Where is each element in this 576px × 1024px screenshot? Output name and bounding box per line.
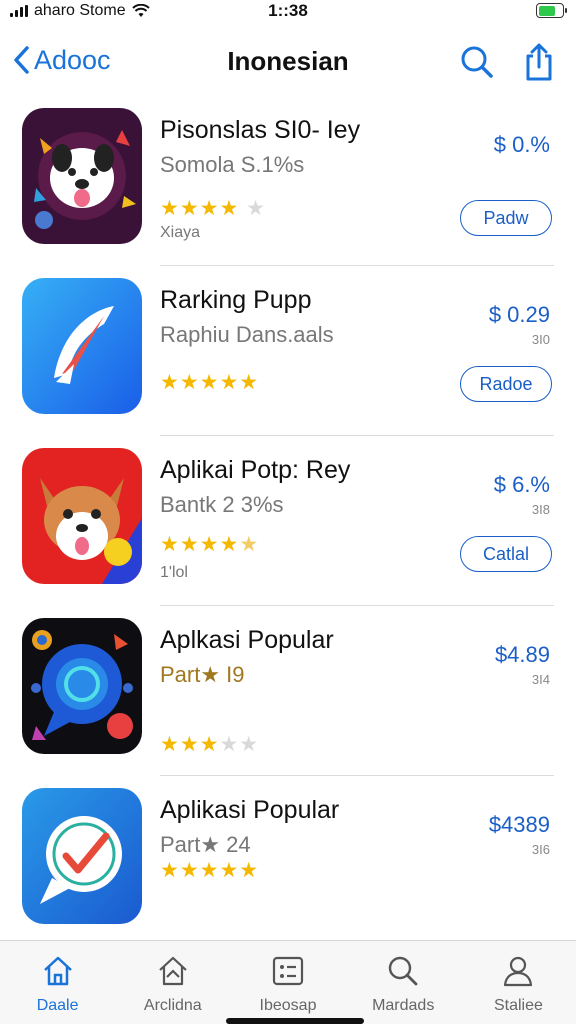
app-note: 1'lol xyxy=(160,564,188,581)
star-rating: ★★★★★ xyxy=(160,370,259,395)
signal-icon xyxy=(10,5,28,17)
back-label: Adooc xyxy=(34,44,111,75)
carrier-name: aharo Stome xyxy=(34,2,126,19)
arrow-feather-icon[interactable] xyxy=(22,278,142,414)
star-rating-filled: ★★★★ xyxy=(160,533,240,556)
tab-label: Staliee xyxy=(493,997,543,1014)
star-rating: ★★★★ ★ xyxy=(160,196,266,221)
tab-label: Mardads xyxy=(372,997,435,1014)
tab-home[interactable]: Daale xyxy=(0,941,115,1024)
star-rating-filled: ★★★★★ xyxy=(160,371,260,394)
home-indicator xyxy=(226,1018,364,1024)
app-row[interactable]: Rarking Pupp Raphiu Dans.aals $ 0.29 3I0… xyxy=(0,266,576,436)
app-row[interactable]: Aplkasi Popular Part★ I9 $4.89 3I4 ★★★★★ xyxy=(0,606,576,776)
app-subtitle: Somola S.1%s xyxy=(160,152,305,177)
nav-bar: Adooc Inonesian xyxy=(0,36,576,88)
star-rating-filled: ★★★ xyxy=(160,733,220,756)
app-price: $ 0.29 xyxy=(488,302,550,327)
status-left: aharo Stome xyxy=(10,2,150,20)
app-subtitle: Bantk 2 3%s xyxy=(160,492,284,517)
app-list: Pisonslas SI0- Iey Somola S.1%s $ 0.% ★★… xyxy=(0,96,576,946)
tab-ibeosap[interactable]: Ibeosap xyxy=(230,941,345,1024)
app-count: 3I6 xyxy=(531,842,550,857)
app-note: Xiaya xyxy=(160,224,201,241)
app-price: $ 6.% xyxy=(493,472,550,497)
star-rating-empty: ★ xyxy=(239,533,260,556)
app-count: 3I8 xyxy=(531,502,550,517)
app-row[interactable]: Aplikasi Popular Part★ 24 $4389 3I6 ★★★★… xyxy=(0,776,576,946)
app-row[interactable]: Pisonslas SI0- Iey Somola S.1%s $ 0.% ★★… xyxy=(0,96,576,266)
app-action-button[interactable]: Padw xyxy=(460,200,552,236)
star-rating: ★★★★★ xyxy=(160,858,259,883)
person-icon xyxy=(504,956,533,987)
tab-staliee[interactable]: Staliee xyxy=(461,941,576,1024)
tab-bar: Daale Arclidna Ibeosap Mardads Staliee xyxy=(0,940,576,1024)
app-price: $ 0.% xyxy=(493,132,550,157)
chat-bubble-icon[interactable] xyxy=(22,618,142,754)
search-icon xyxy=(389,956,418,986)
app-name: Aplkasi Popular xyxy=(160,626,334,654)
card-icon xyxy=(272,956,304,986)
tab-label: Daale xyxy=(36,997,79,1014)
star-rating-empty: ★★ xyxy=(219,733,260,756)
home-icon xyxy=(43,956,72,986)
tab-mardads[interactable]: Mardads xyxy=(346,941,461,1024)
star-rating-filled: ★★★★ xyxy=(160,197,240,220)
app-action-button[interactable]: Radoe xyxy=(460,366,552,402)
app-count: 3I4 xyxy=(531,672,550,687)
app-subtitle: Part★ 24 xyxy=(160,832,251,857)
chevron-left-icon xyxy=(14,46,29,74)
star-rating: ★★★★★ xyxy=(160,732,259,757)
star-rating: ★★★★★ xyxy=(160,532,259,557)
app-price: $4389 xyxy=(488,812,550,837)
app-subtitle: Raphiu Dans.aals xyxy=(160,322,334,347)
status-bar: aharo Stome 1::38 xyxy=(0,0,576,22)
app-row[interactable]: Aplikai Potp: Rey Bantk 2 3%s $ 6.% 3I8 … xyxy=(0,436,576,606)
app-count: 3I0 xyxy=(531,332,550,347)
share-icon[interactable] xyxy=(520,42,558,82)
app-name: Aplikai Potp: Rey xyxy=(160,456,351,484)
dog-mascot-icon[interactable] xyxy=(22,108,142,244)
app-action-button[interactable]: Catlal xyxy=(460,536,552,572)
fox-mascot-icon[interactable] xyxy=(22,448,142,584)
app-subtitle: Part★ I9 xyxy=(160,662,245,687)
tab-arclidna[interactable]: Arclidna xyxy=(115,941,230,1024)
tab-label: Arclidna xyxy=(143,997,202,1014)
star-rating-filled: ★★★★★ xyxy=(160,859,260,882)
tab-label: Ibeosap xyxy=(259,997,317,1014)
app-name: Aplikasi Popular xyxy=(160,796,340,824)
wifi-icon xyxy=(131,4,150,17)
house-outline-icon xyxy=(159,956,187,986)
battery-icon xyxy=(536,3,567,18)
check-bubble-icon[interactable] xyxy=(22,788,142,924)
app-name: Rarking Pupp xyxy=(160,286,312,314)
app-name: Pisonslas SI0- Iey xyxy=(160,116,361,144)
app-price: $4.89 xyxy=(494,642,550,667)
back-button[interactable]: Adooc xyxy=(10,44,111,76)
search-icon[interactable] xyxy=(458,42,496,82)
star-rating-empty: ★ xyxy=(246,197,266,220)
